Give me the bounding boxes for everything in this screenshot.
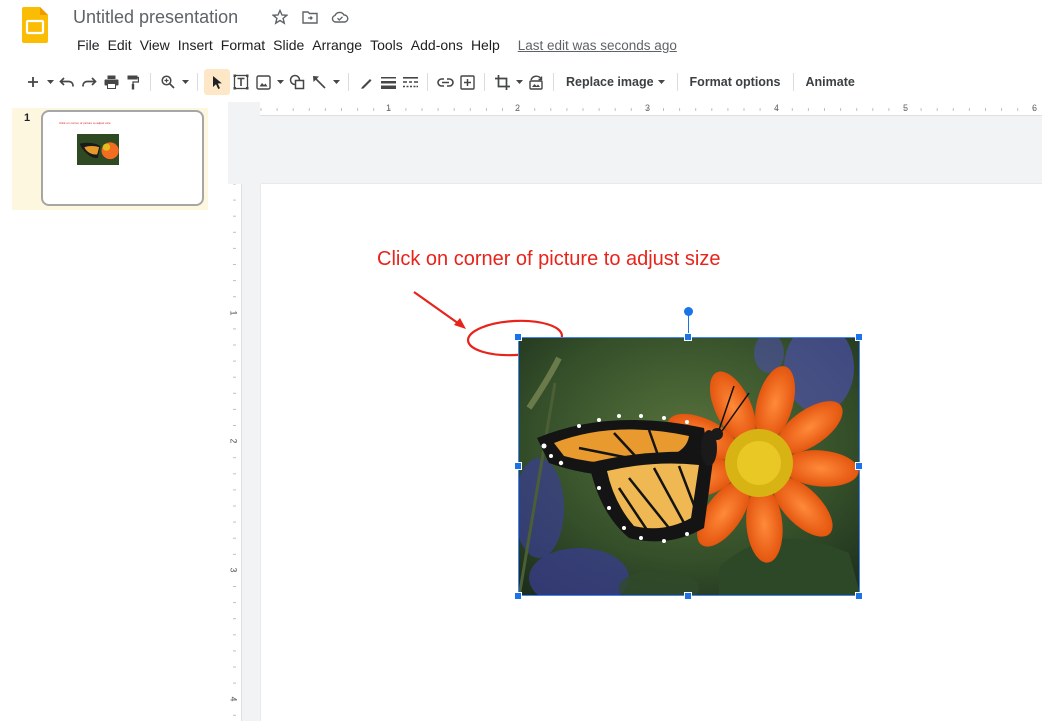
image-dropdown-caret-icon[interactable]: [274, 69, 286, 95]
animate-button[interactable]: Animate: [800, 69, 861, 95]
document-title[interactable]: Untitled presentation: [73, 7, 238, 28]
butterfly-photo: [519, 338, 859, 595]
line-weight-icon[interactable]: [377, 69, 399, 95]
resize-handle-top-right[interactable]: [855, 333, 863, 341]
reset-image-icon[interactable]: [525, 69, 547, 95]
toolbar-divider: [792, 73, 794, 91]
slide-thumbnail[interactable]: Click on corner of picture to adjust siz…: [41, 110, 204, 206]
undo-icon[interactable]: [56, 69, 78, 95]
horizontal-ruler[interactable]: 1 2 3 4 5 6: [260, 102, 1042, 116]
move-folder-icon[interactable]: [301, 8, 319, 26]
replace-image-caret-icon: [657, 80, 665, 84]
thumbnail-image: [77, 134, 119, 165]
ruler-label-v3: 3: [228, 567, 239, 573]
pen-icon[interactable]: [355, 69, 377, 95]
vertical-ruler[interactable]: 1 2 3 4: [228, 184, 242, 721]
text-box-icon[interactable]: [230, 69, 252, 95]
resize-handle-bottom[interactable]: [684, 592, 692, 600]
toolbar-divider: [676, 73, 678, 91]
menu-help[interactable]: Help: [467, 37, 504, 53]
toolbar-divider: [197, 73, 198, 91]
toolbar-divider: [484, 73, 485, 91]
slides-logo-icon[interactable]: [22, 7, 48, 43]
menu-arrange[interactable]: Arrange: [308, 37, 366, 53]
replace-image-button[interactable]: Replace image: [560, 69, 671, 95]
menu-slide[interactable]: Slide: [269, 37, 308, 53]
zoom-icon[interactable]: [157, 69, 179, 95]
last-edit-link[interactable]: Last edit was seconds ago: [518, 38, 677, 53]
ruler-label-2: 2: [515, 103, 521, 113]
ruler-label-v4: 4: [228, 696, 239, 702]
slide-number: 1: [24, 112, 31, 124]
toolbar-divider: [553, 73, 554, 91]
resize-handle-bottom-left[interactable]: [514, 592, 522, 600]
title-actions: [271, 8, 349, 26]
select-icon[interactable]: [204, 69, 230, 95]
menu-edit[interactable]: Edit: [104, 37, 136, 53]
add-icon[interactable]: [22, 69, 44, 95]
ruler-label-4: 4: [774, 103, 780, 113]
menu-format[interactable]: Format: [217, 37, 269, 53]
line-icon[interactable]: [308, 69, 330, 95]
shape-icon[interactable]: [286, 69, 308, 95]
menu-view[interactable]: View: [136, 37, 174, 53]
line-dash-icon[interactable]: [399, 69, 421, 95]
replace-image-label: Replace image: [566, 75, 654, 89]
resize-handle-left[interactable]: [514, 462, 522, 470]
crop-icon[interactable]: [491, 69, 513, 95]
toolbar-divider: [150, 73, 151, 91]
vertical-ruler-ticks: [233, 184, 236, 716]
crop-dropdown-caret-icon[interactable]: [513, 69, 525, 95]
ruler-label-v1: 1: [228, 310, 239, 316]
format-options-button[interactable]: Format options: [684, 69, 787, 95]
menu-add-ons[interactable]: Add-ons: [407, 37, 467, 53]
link-icon[interactable]: [434, 69, 456, 95]
redo-icon[interactable]: [78, 69, 100, 95]
thumbnail-annotation-text: Click on corner of picture to adjust siz…: [59, 121, 111, 125]
ruler-label-1: 1: [386, 103, 392, 113]
cloud-status-icon[interactable]: [331, 8, 349, 26]
toolbar: Replace image Format options Animate: [22, 68, 1038, 96]
ruler-label-3: 3: [645, 103, 651, 113]
menu-insert[interactable]: Insert: [174, 37, 217, 53]
menu-file[interactable]: File: [73, 37, 104, 53]
paint-format-icon[interactable]: [122, 69, 144, 95]
ruler-label-5: 5: [903, 103, 909, 113]
resize-handle-bottom-right[interactable]: [855, 592, 863, 600]
toolbar-divider: [348, 73, 349, 91]
comment-icon[interactable]: [456, 69, 478, 95]
app-window: Untitled presentation File Edit View Ins…: [0, 0, 1042, 721]
resize-handle-top[interactable]: [684, 333, 692, 341]
horizontal-ruler-ticks: [260, 108, 1035, 111]
line-dropdown-caret-icon[interactable]: [330, 69, 342, 95]
image-icon[interactable]: [252, 69, 274, 95]
ruler-label-6: 6: [1032, 103, 1038, 113]
print-icon[interactable]: [100, 69, 122, 95]
rotation-handle[interactable]: [684, 307, 693, 316]
ruler-label-v2: 2: [228, 438, 239, 444]
resize-handle-right[interactable]: [855, 462, 863, 470]
toolbar-divider: [427, 73, 428, 91]
star-icon[interactable]: [271, 8, 289, 26]
menu-tools[interactable]: Tools: [366, 37, 407, 53]
resize-handle-top-left[interactable]: [514, 333, 522, 341]
add-dropdown-caret-icon[interactable]: [44, 69, 56, 95]
zoom-dropdown-caret-icon[interactable]: [179, 69, 191, 95]
menu-bar: File Edit View Insert Format Slide Arran…: [73, 37, 677, 53]
butterfly-image[interactable]: [518, 337, 860, 596]
annotation-text[interactable]: Click on corner of picture to adjust siz…: [377, 248, 721, 271]
